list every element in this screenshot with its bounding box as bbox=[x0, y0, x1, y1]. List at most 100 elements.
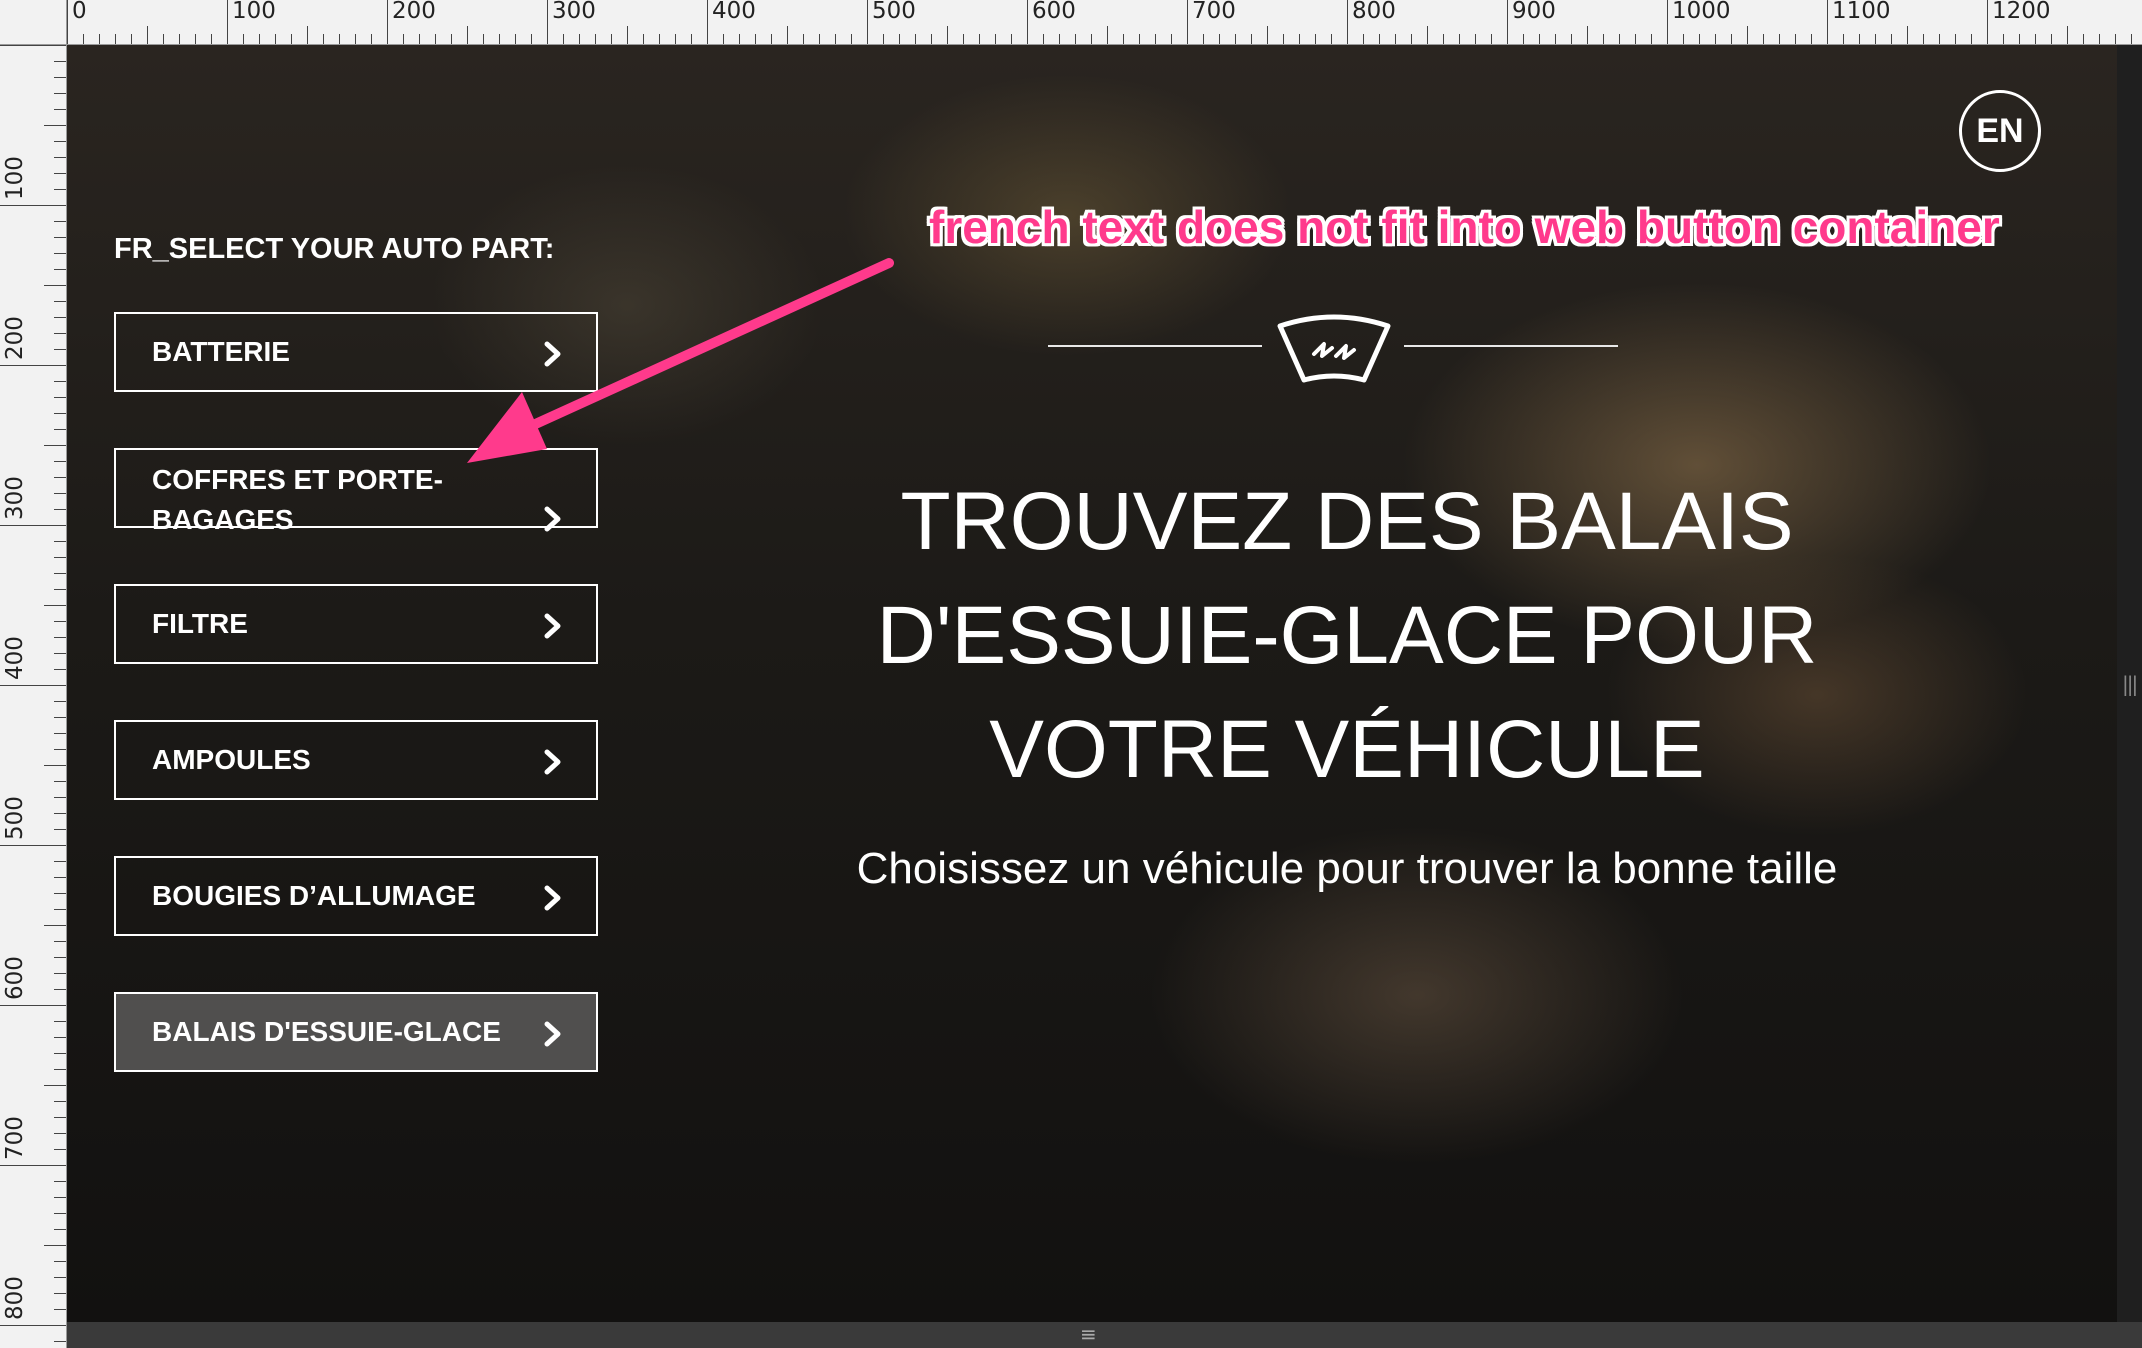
ruler-tick bbox=[0, 1165, 66, 1166]
horizontal-scrollbar[interactable] bbox=[67, 1322, 2142, 1348]
ruler-tick bbox=[451, 34, 452, 44]
ruler-tick bbox=[54, 141, 66, 142]
resize-grip-right-icon[interactable]: ||| bbox=[2122, 672, 2138, 696]
divider-line-right bbox=[1404, 345, 1618, 347]
ruler-tick bbox=[835, 34, 836, 44]
part-button-label: FILTRE bbox=[152, 608, 248, 639]
page-viewport: EN FR_SELECT YOUR AUTO PART: BATTERIE CO… bbox=[67, 45, 2117, 1322]
ruler-tick bbox=[54, 909, 66, 910]
ruler-tick bbox=[1155, 34, 1156, 44]
ruler-tick bbox=[0, 845, 66, 846]
ruler-tick bbox=[54, 893, 66, 894]
ruler-tick bbox=[2099, 34, 2100, 44]
ruler-tick bbox=[54, 301, 66, 302]
ruler-label: 900 bbox=[1512, 0, 1556, 24]
ruler-tick bbox=[1091, 34, 1092, 44]
sidebar-title: FR_SELECT YOUR AUTO PART: bbox=[114, 233, 555, 265]
ruler-tick bbox=[227, 0, 228, 44]
ruler-tick bbox=[54, 77, 66, 78]
ruler-tick bbox=[1043, 34, 1044, 44]
ruler-tick bbox=[467, 26, 468, 44]
ruler-tick bbox=[54, 541, 66, 542]
ruler-tick bbox=[1571, 34, 1572, 44]
chevron-right-icon bbox=[544, 1021, 561, 1047]
ruler-tick bbox=[307, 26, 308, 44]
ruler-tick bbox=[675, 34, 676, 44]
ruler-tick bbox=[163, 34, 164, 44]
ruler-tick bbox=[339, 34, 340, 44]
ruler-tick bbox=[1283, 34, 1284, 44]
ruler-label: 1200 bbox=[1992, 0, 2051, 24]
ruler-tick bbox=[1715, 34, 1716, 44]
ruler-tick bbox=[291, 34, 292, 44]
ruler-tick bbox=[54, 973, 66, 974]
ruler-tick bbox=[54, 1181, 66, 1182]
ruler-tick bbox=[275, 34, 276, 44]
ruler-tick bbox=[1859, 34, 1860, 44]
ruler-tick bbox=[483, 34, 484, 44]
ruler-tick bbox=[579, 34, 580, 44]
ruler-tick bbox=[1523, 34, 1524, 44]
ruler-tick bbox=[1795, 34, 1796, 44]
ruler-tick bbox=[1891, 34, 1892, 44]
ruler-tick bbox=[1779, 34, 1780, 44]
part-button-label: BATTERIE bbox=[152, 336, 290, 367]
ruler-label: 300 bbox=[552, 0, 596, 24]
ruler-tick bbox=[1635, 34, 1636, 44]
ruler-tick bbox=[1267, 26, 1268, 44]
ruler-tick bbox=[54, 509, 66, 510]
ruler-tick bbox=[499, 34, 500, 44]
ruler-tick bbox=[771, 34, 772, 44]
part-button-batterie[interactable]: BATTERIE bbox=[114, 312, 598, 392]
ruler-tick bbox=[371, 34, 372, 44]
ruler-tick bbox=[54, 653, 66, 654]
ruler-tick bbox=[54, 61, 66, 62]
ruler-tick bbox=[419, 34, 420, 44]
ruler-tick bbox=[54, 1261, 66, 1262]
ruler-tick bbox=[54, 413, 66, 414]
ruler-tick bbox=[611, 34, 612, 44]
part-button-balais[interactable]: BALAIS D'ESSUIE-GLACE bbox=[114, 992, 598, 1072]
ruler-tick bbox=[54, 333, 66, 334]
part-button-label: COFFRES ET PORTE-BAGAGES bbox=[152, 464, 443, 535]
windshield-wiper-icon bbox=[1277, 314, 1391, 383]
ruler-tick bbox=[54, 669, 66, 670]
part-button-coffres[interactable]: COFFRES ET PORTE-BAGAGES bbox=[114, 448, 598, 535]
ruler-tick bbox=[44, 605, 66, 606]
language-toggle-button[interactable]: EN bbox=[1959, 90, 2041, 172]
ruler-tick bbox=[723, 34, 724, 44]
ruler-tick bbox=[54, 1053, 66, 1054]
ruler-label: 0 bbox=[72, 0, 87, 24]
ruler-tick bbox=[54, 1101, 66, 1102]
ruler-tick bbox=[54, 1309, 66, 1310]
ruler-tick bbox=[54, 877, 66, 878]
part-button-bougies[interactable]: BOUGIES D’ALLUMAGE bbox=[114, 856, 598, 936]
ruler-tick bbox=[1203, 34, 1204, 44]
part-button-label: BOUGIES D’ALLUMAGE bbox=[152, 880, 476, 911]
ruler-tick bbox=[1731, 34, 1732, 44]
ruler-tick bbox=[54, 109, 66, 110]
ruler-tick bbox=[1651, 34, 1652, 44]
ruler-tick bbox=[867, 0, 868, 44]
ruler-tick bbox=[2083, 34, 2084, 44]
part-button-filtre[interactable]: FILTRE bbox=[114, 584, 598, 664]
ruler-label: 1100 bbox=[1832, 0, 1891, 24]
ruler-tick bbox=[54, 1069, 66, 1070]
part-button-ampoules[interactable]: AMPOULES bbox=[114, 720, 598, 800]
ruler-tick bbox=[1699, 34, 1700, 44]
ruler-label: 400 bbox=[2, 636, 28, 680]
ruler-label: 500 bbox=[2, 796, 28, 840]
ruler-tick bbox=[595, 34, 596, 44]
annotation-text: french text does not fit into web button… bbox=[929, 201, 2000, 253]
ruler-label: 400 bbox=[712, 0, 756, 24]
ruler-tick bbox=[0, 45, 66, 46]
ruler-tick bbox=[195, 34, 196, 44]
resize-grip-bottom-icon[interactable]: ≡ bbox=[1080, 1324, 1097, 1344]
ruler-tick bbox=[643, 34, 644, 44]
ruler-tick bbox=[707, 0, 708, 44]
ruler-tick bbox=[0, 685, 66, 686]
ruler-tick bbox=[515, 34, 516, 44]
divider-line-left bbox=[1048, 345, 1262, 347]
ruler-tick bbox=[44, 1245, 66, 1246]
ruler-tick bbox=[54, 1213, 66, 1214]
